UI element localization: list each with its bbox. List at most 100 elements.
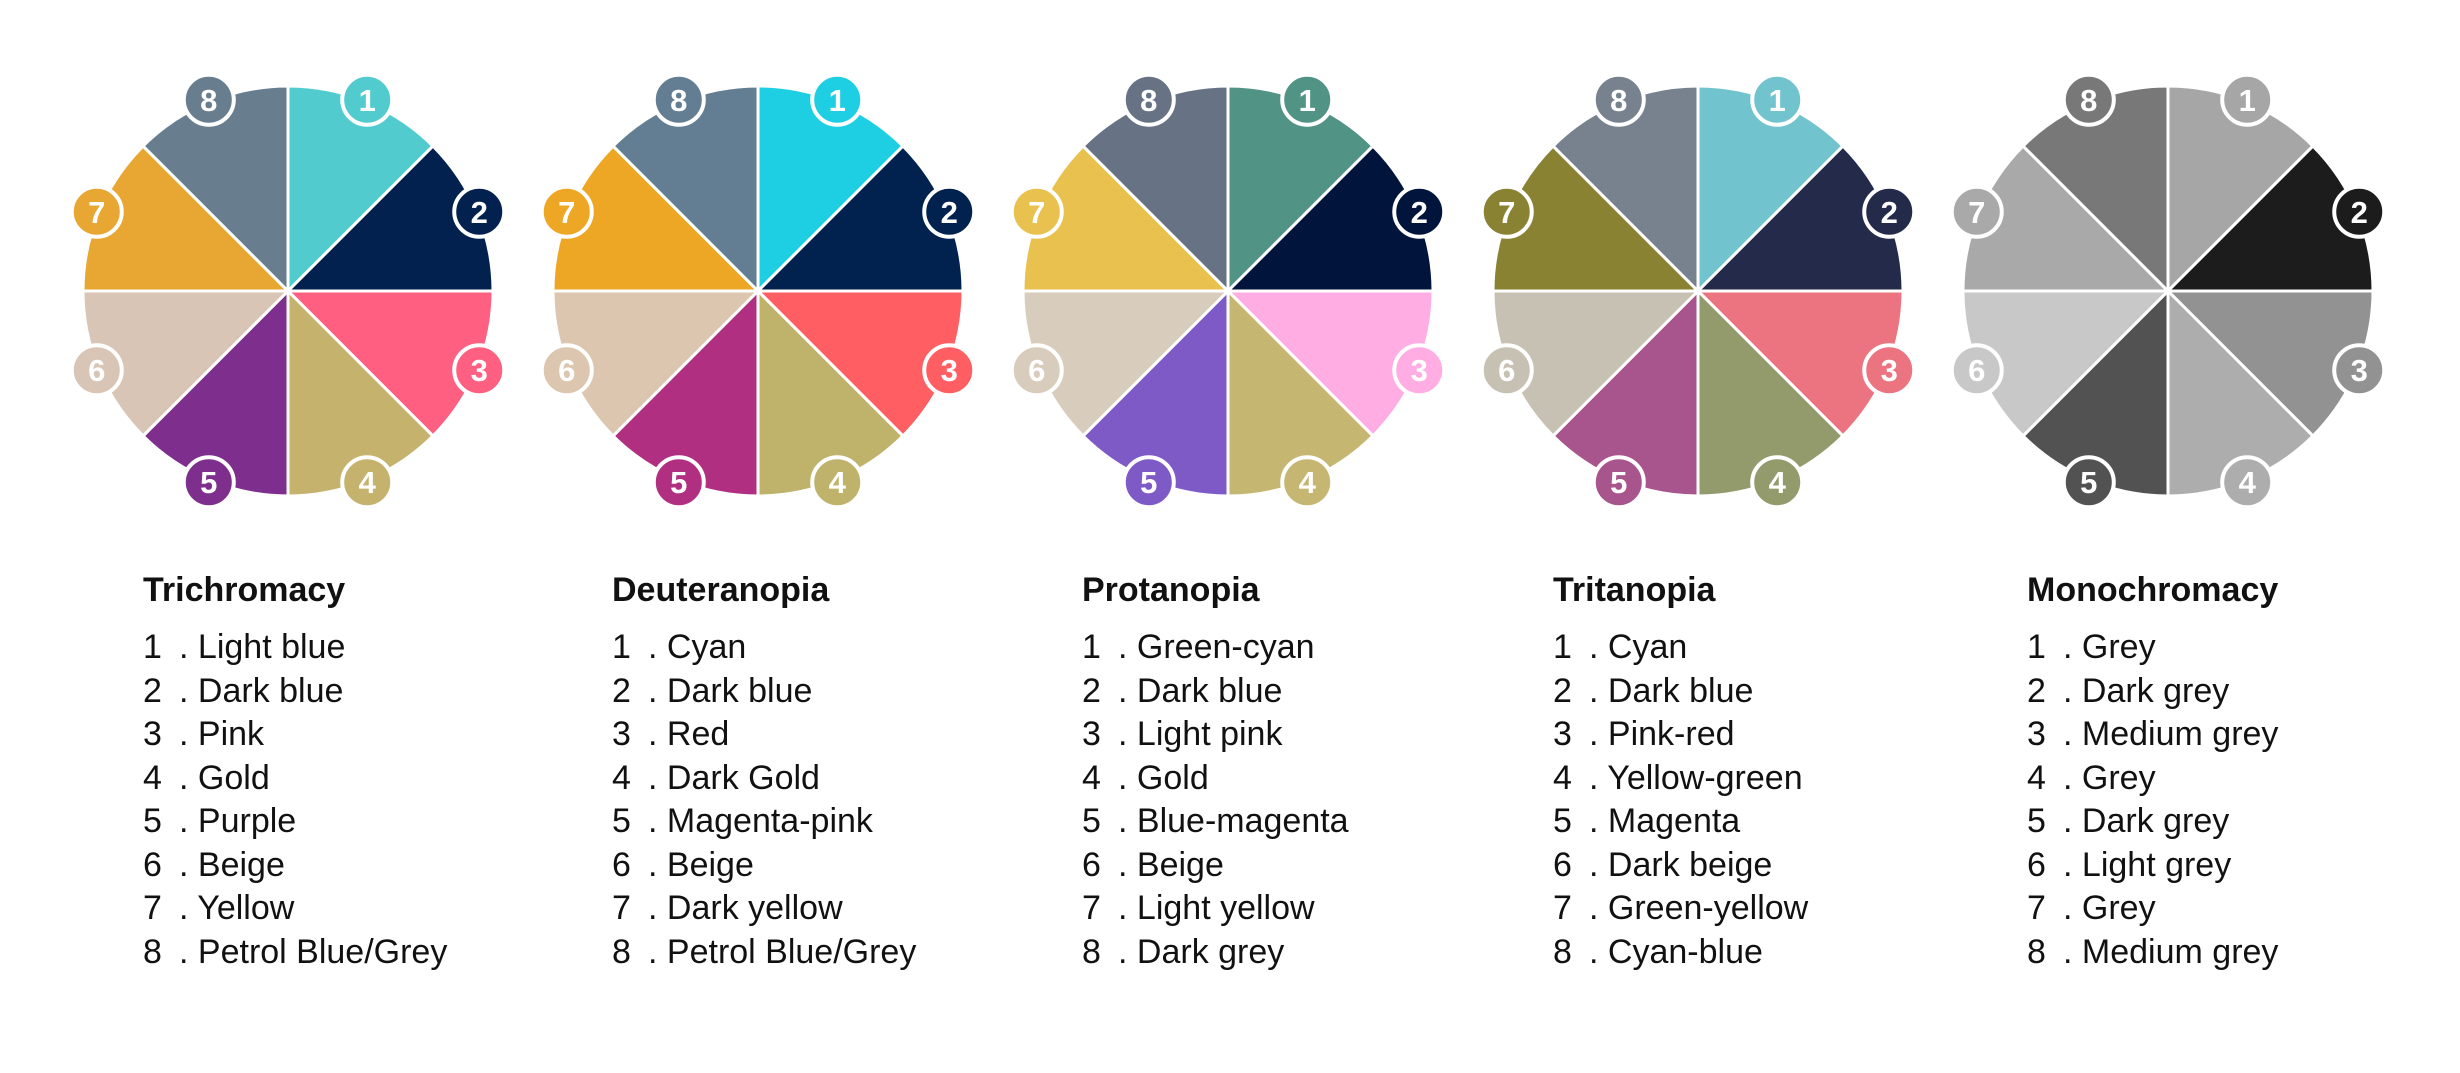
badge-number: 4 — [829, 465, 847, 500]
item-label: Cyan — [1607, 628, 1688, 666]
badge-number: 4 — [2239, 465, 2257, 500]
badge-number: 3 — [1411, 353, 1428, 388]
badge-number: 2 — [941, 195, 958, 230]
list-item: 2. Dark blue — [1553, 670, 1808, 714]
list-item: 5. Magenta — [1553, 800, 1808, 844]
list-item: 2. Dark blue — [1082, 670, 1349, 714]
list-item: 4. Dark Gold — [612, 757, 916, 801]
list-item: 2. Dark blue — [143, 670, 447, 714]
item-label: Dark beige — [1607, 845, 1773, 884]
item-number: 6 — [1082, 845, 1101, 884]
list-item: 4. Grey — [2027, 757, 2278, 801]
list-item: 7. Light yellow — [1082, 887, 1349, 931]
item-number: 4 — [2027, 758, 2046, 797]
item-number: 3 — [1082, 715, 1101, 753]
item-label: Light pink — [1136, 715, 1283, 753]
badge-number: 4 — [1299, 465, 1317, 500]
item-number: 6 — [1553, 845, 1572, 884]
list-item: 3. Light pink — [1082, 713, 1349, 757]
item-label: Dark blue — [197, 671, 344, 710]
item-label: Green-yellow — [1607, 889, 1809, 927]
badge-number: 3 — [941, 353, 958, 388]
item-number: 8 — [1553, 932, 1572, 971]
badge-number: 6 — [1968, 353, 1985, 388]
list-item: 8. Dark grey — [1082, 931, 1349, 975]
badge-number: 1 — [1299, 83, 1316, 118]
item-label: Dark grey — [2081, 671, 2230, 710]
item-label: Medium grey — [2081, 932, 2279, 971]
badge-number: 8 — [2080, 83, 2097, 118]
legend-monochromacy: Monochromacy 1. Grey 2. Dark grey 3. Med… — [2027, 568, 2278, 974]
item-number: 5 — [2027, 802, 2046, 840]
item-number: 1 — [1553, 628, 1572, 666]
badge-number: 6 — [558, 353, 575, 388]
badge-number: 7 — [558, 195, 575, 230]
color-wheels: 1 2 3 4 5 6 7 8 1 2 3 4 5 6 7 8 1 2 3 4 5 6 7 8 1 2 3 4 5 6 7 8 1 2 3 4 5 6 7 8 — [69, 72, 2387, 510]
badge-number: 5 — [1610, 465, 1627, 500]
badge-number: 8 — [200, 83, 217, 118]
item-number: 2 — [2027, 671, 2046, 710]
item-label: Red — [666, 715, 730, 753]
item-label: Dark blue — [666, 671, 813, 710]
item-label: Cyan — [666, 628, 747, 666]
legend-tritanopia: Tritanopia 1. Cyan 2. Dark blue 3. Pink-… — [1553, 568, 1808, 974]
item-label: Beige — [1136, 845, 1224, 884]
color-list: 1. Cyan 2. Dark blue 3. Pink-red 4. Yell… — [1553, 626, 1808, 974]
list-item: 7. Dark yellow — [612, 887, 916, 931]
item-number: 5 — [1082, 802, 1101, 840]
item-label: Dark blue — [1136, 671, 1283, 710]
item-label: Light grey — [2081, 845, 2232, 884]
item-label: Dark grey — [2081, 802, 2230, 840]
item-number: 8 — [143, 932, 162, 971]
item-label: Gold — [197, 758, 270, 797]
legend-trichromacy: Trichromacy 1. Light blue 2. Dark blue 3… — [143, 568, 447, 974]
legend-title: Trichromacy — [143, 571, 346, 609]
badge-number: 4 — [359, 465, 377, 500]
list-item: 6. Light grey — [2027, 844, 2278, 888]
item-number: 1 — [1082, 628, 1101, 666]
item-number: 2 — [1082, 671, 1101, 710]
item-number: 2 — [143, 671, 162, 710]
badge-number: 8 — [1610, 83, 1627, 118]
list-item: 4. Gold — [143, 757, 447, 801]
list-item: 2. Dark blue — [612, 670, 916, 714]
badge-number: 6 — [1028, 353, 1045, 388]
legend-protanopia: Protanopia 1. Green-cyan 2. Dark blue 3.… — [1082, 568, 1349, 974]
item-number: 1 — [2027, 628, 2046, 666]
item-number: 7 — [2027, 889, 2046, 927]
item-label: Grey — [2081, 628, 2156, 666]
item-label: Dark blue — [1607, 671, 1754, 710]
item-label: Blue-magenta — [1136, 802, 1349, 840]
item-label: Grey — [2081, 889, 2156, 927]
list-item: 4. Gold — [1082, 757, 1349, 801]
list-item: 1. Green-cyan — [1082, 626, 1349, 670]
legend-title: Tritanopia — [1553, 571, 1716, 609]
item-label: Gold — [1136, 758, 1209, 797]
list-item: 6. Beige — [612, 844, 916, 888]
badge-number: 1 — [2239, 83, 2256, 118]
item-label: Dark Gold — [666, 758, 820, 797]
list-item: 1. Cyan — [612, 626, 916, 670]
item-number: 3 — [143, 715, 162, 753]
list-item: 5. Magenta-pink — [612, 800, 916, 844]
wheel-deuteranopia: 1 2 3 4 5 6 7 8 — [539, 72, 977, 510]
item-number: 8 — [612, 932, 631, 971]
badge-number: 2 — [2351, 195, 2368, 230]
list-item: 6. Dark beige — [1553, 844, 1808, 888]
list-item: 5. Blue-magenta — [1082, 800, 1349, 844]
badge-number: 2 — [471, 195, 488, 230]
list-item: 2. Dark grey — [2027, 670, 2278, 714]
list-item: 7. Green-yellow — [1553, 887, 1808, 931]
badge-number: 4 — [1769, 465, 1787, 500]
item-label: Yellow — [197, 889, 295, 927]
item-label: Yellow-green — [1607, 758, 1803, 797]
badge-number: 2 — [1881, 195, 1898, 230]
item-label: Medium grey — [2081, 715, 2279, 753]
item-number: 5 — [612, 802, 631, 840]
color-list: 1. Green-cyan 2. Dark blue 3. Light pink… — [1082, 626, 1349, 974]
list-item: 8. Cyan-blue — [1553, 931, 1808, 975]
item-number: 1 — [143, 628, 162, 666]
item-label: Magenta-pink — [666, 802, 873, 840]
item-number: 6 — [143, 845, 162, 884]
item-label: Purple — [197, 802, 297, 840]
